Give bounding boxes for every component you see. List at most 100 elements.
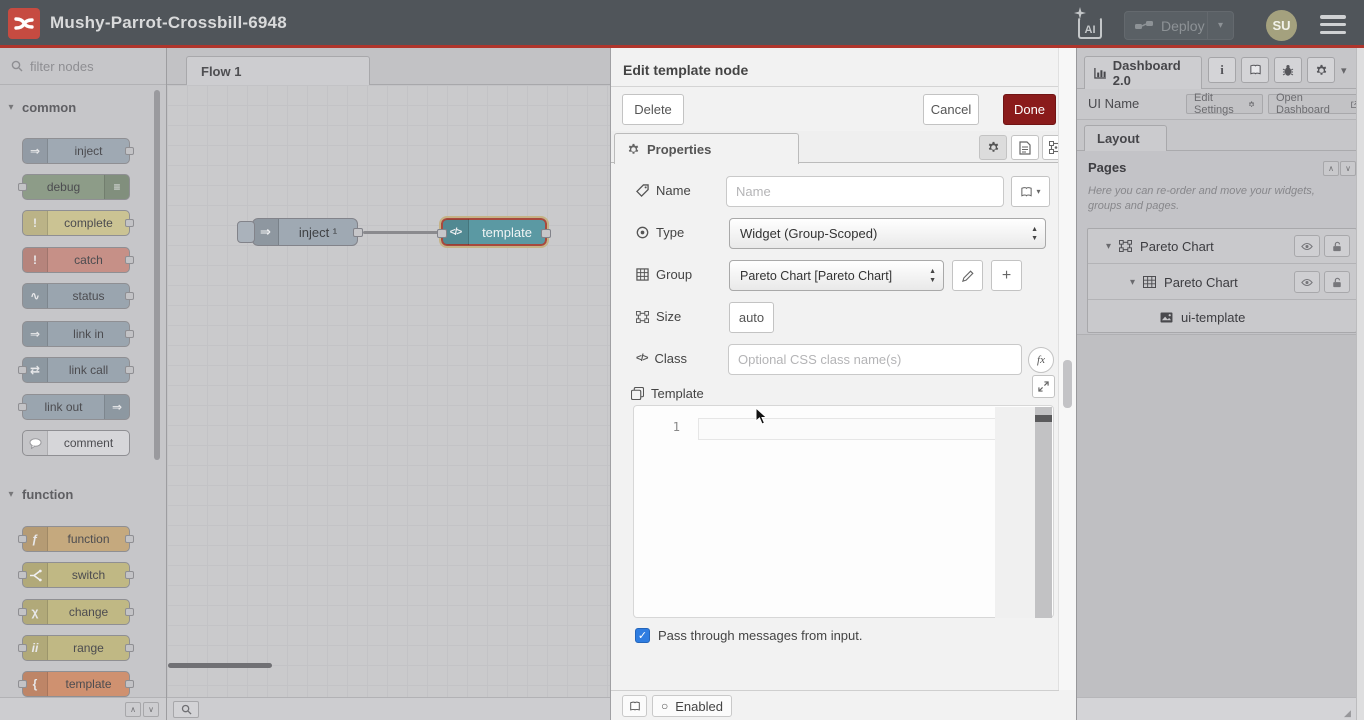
resize-grip[interactable]: ◢ [1344, 708, 1354, 718]
canvas-footer [167, 697, 610, 720]
input-port [18, 535, 27, 543]
palette-scrollbar[interactable] [154, 90, 160, 460]
node-enabled-toggle[interactable]: ○ Enabled [652, 695, 732, 717]
palette-node-complete[interactable]: ! complete [22, 210, 130, 236]
config-tab-button[interactable] [1307, 57, 1335, 83]
tab-flow-1[interactable]: Flow 1 [186, 56, 370, 85]
edit-settings-button[interactable]: Edit Settings [1186, 94, 1263, 114]
input-port[interactable] [437, 229, 447, 238]
done-button[interactable]: Done [1003, 94, 1056, 125]
unlock-button[interactable] [1324, 271, 1350, 293]
description-view-button[interactable] [1011, 135, 1039, 160]
group-table-icon [1143, 276, 1156, 288]
expand-icon [1038, 381, 1049, 392]
info-tab-button[interactable]: i [1208, 57, 1236, 83]
bug-icon [1282, 64, 1294, 77]
node-label-options-button[interactable]: ▾ [1011, 176, 1050, 207]
catch-icon: ! [23, 248, 48, 272]
passthrough-option[interactable]: ✓ Pass through messages from input. [635, 628, 863, 643]
editor-active-line[interactable] [698, 418, 996, 440]
tab-dashboard-2[interactable]: Dashboard 2.0 [1084, 56, 1202, 89]
class-input[interactable]: Optional CSS class name(s) [728, 344, 1022, 375]
deploy-options-caret[interactable]: ▾ [1207, 12, 1233, 39]
palette-category-common[interactable]: ▾ common [0, 96, 160, 118]
tree-item-page-pareto-chart[interactable]: ▾ Pareto Chart [1088, 229, 1356, 264]
user-avatar[interactable]: SU [1266, 10, 1297, 41]
output-port [125, 644, 134, 652]
output-port[interactable] [353, 228, 363, 237]
book-icon [629, 701, 641, 712]
tree-item-group-pareto-chart[interactable]: ▾ Pareto Chart [1088, 265, 1356, 300]
node-help-button[interactable] [622, 695, 647, 717]
collapse-all-button[interactable]: ∧ [125, 702, 141, 717]
wire-inject-to-template[interactable] [363, 231, 441, 234]
canvas-search-button[interactable] [173, 701, 199, 718]
flow-canvas: Flow 1 ⇒ inject ¹ </> template [167, 48, 610, 720]
palette-node-function[interactable]: ƒ function [22, 526, 130, 552]
palette-node-link-out[interactable]: link out ⇒ [22, 394, 130, 420]
palette-node-range[interactable]: ii range [22, 635, 130, 661]
tree-item-widget-ui-template[interactable]: ui-template [1088, 300, 1356, 335]
flow-node-ui-template-selected[interactable]: </> template [441, 218, 547, 246]
unlock-button[interactable] [1324, 235, 1350, 257]
dialog-title: Edit template node [623, 62, 748, 78]
palette-node-template[interactable]: { template [22, 671, 130, 697]
dialog-scrollbar[interactable] [1058, 48, 1076, 690]
node-red-app: Mushy-Parrot-Crossbill-6948 AI Deploy ▾ … [0, 0, 1364, 720]
output-port [125, 147, 134, 155]
flow-node-inject[interactable]: ⇒ inject ¹ [252, 218, 358, 246]
sidebar-options-caret[interactable]: ▾ [1341, 64, 1347, 77]
palette-panel: filter nodes ▾ common ⇒ inject debug ≡ !… [0, 48, 167, 720]
palette-search-input[interactable]: filter nodes [0, 48, 166, 85]
type-select[interactable]: Widget (Group-Scoped) ▲▼ [729, 218, 1046, 249]
canvas-horizontal-scrollbar[interactable] [168, 663, 272, 668]
properties-view-button[interactable] [979, 135, 1007, 160]
group-select[interactable]: Pareto Chart [Pareto Chart] ▲▼ [729, 260, 944, 291]
open-dashboard-button[interactable]: Open Dashboard [1268, 94, 1364, 114]
pages-expand-button[interactable]: ∨ [1340, 161, 1356, 176]
debug-icon: ≡ [104, 175, 129, 199]
tab-properties[interactable]: Properties [614, 133, 799, 164]
link-in-icon: ⇒ [23, 322, 48, 346]
palette-node-catch[interactable]: ! catch [22, 247, 130, 273]
palette-node-inject[interactable]: ⇒ inject [22, 138, 130, 164]
add-group-button[interactable]: + [991, 260, 1022, 291]
palette-node-status[interactable]: ∿ status [22, 283, 130, 309]
help-tab-button[interactable] [1241, 57, 1269, 83]
palette-node-link-in[interactable]: ⇒ link in [22, 321, 130, 347]
palette-node-switch[interactable]: switch [22, 562, 130, 588]
size-auto-button[interactable]: auto [729, 302, 774, 333]
expand-all-button[interactable]: ∨ [143, 702, 159, 717]
sidebar-footer: ◢ [1077, 697, 1357, 720]
tab-layout[interactable]: Layout [1084, 125, 1167, 151]
fx-expression-button[interactable]: fx [1028, 347, 1054, 373]
palette-node-change[interactable]: χ change [22, 599, 130, 625]
palette-category-function[interactable]: ▾ function [0, 483, 160, 505]
eye-visibility-button[interactable] [1294, 271, 1320, 293]
deploy-button[interactable]: Deploy ▾ [1124, 11, 1234, 40]
palette-node-link-call[interactable]: ⇄ link call [22, 357, 130, 383]
field-row-group: Group Pareto Chart [Pareto Chart] ▲▼ + [611, 260, 1059, 291]
tag-icon [636, 184, 649, 197]
palette-node-comment[interactable]: comment [22, 430, 130, 456]
inject-icon: ⇒ [23, 139, 48, 163]
expand-editor-button[interactable] [1032, 375, 1055, 398]
workspace-grid[interactable]: ⇒ inject ¹ </> template [167, 85, 610, 697]
editor-scrollbar[interactable] [1035, 407, 1052, 618]
debug-tab-button[interactable] [1274, 57, 1302, 83]
cancel-button[interactable]: Cancel [923, 94, 979, 125]
edit-group-button[interactable] [952, 260, 983, 291]
link-out-icon: ⇒ [104, 395, 129, 419]
template-code-editor[interactable]: 1 [633, 405, 1054, 618]
palette-node-debug[interactable]: debug ≡ [22, 174, 130, 200]
eye-visibility-button[interactable] [1294, 235, 1320, 257]
ai-assistant-button[interactable]: AI [1074, 11, 1106, 41]
output-port[interactable] [541, 229, 551, 238]
gear-icon [1315, 64, 1328, 77]
name-input[interactable]: Name [726, 176, 1004, 207]
inject-trigger-button[interactable] [237, 221, 255, 243]
pages-collapse-button[interactable]: ∧ [1323, 161, 1339, 176]
checkbox-checked-icon[interactable]: ✓ [635, 628, 650, 643]
main-menu-button[interactable] [1320, 15, 1346, 34]
delete-button[interactable]: Delete [622, 94, 684, 125]
